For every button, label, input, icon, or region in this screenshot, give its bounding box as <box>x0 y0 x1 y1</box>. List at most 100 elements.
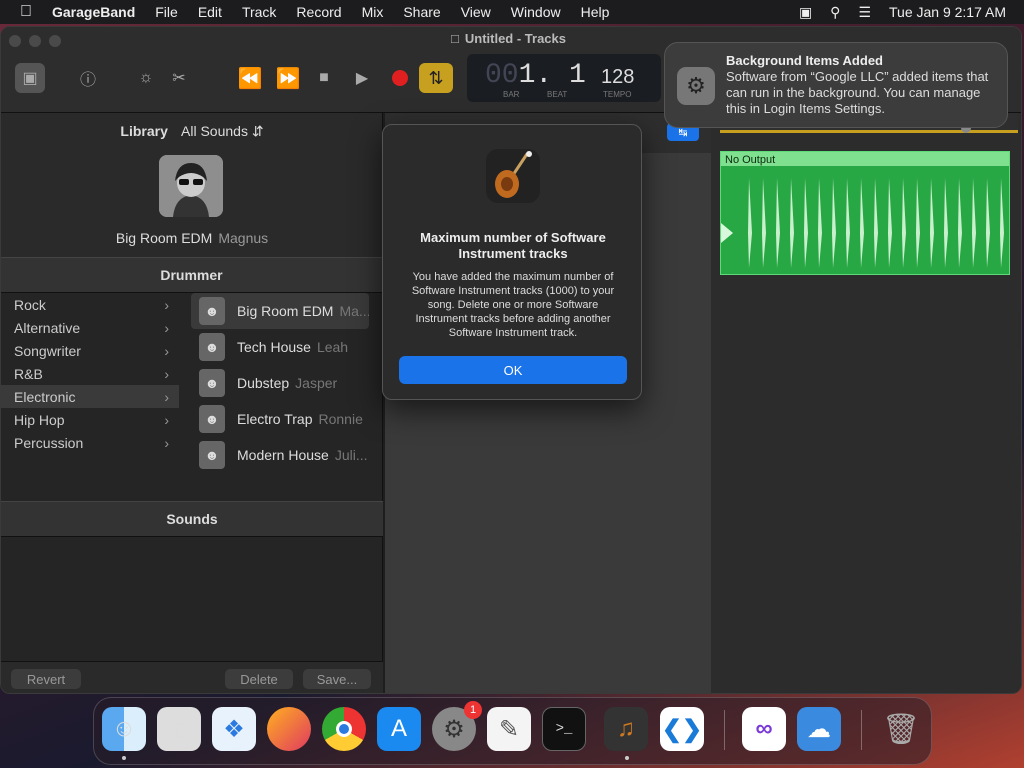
menu-mix[interactable]: Mix <box>362 4 384 20</box>
waveform-transient <box>846 178 850 268</box>
menu-track[interactable]: Track <box>242 4 276 20</box>
record-button[interactable] <box>385 63 415 93</box>
app-store-icon[interactable]: A <box>377 707 421 751</box>
drummer-item-modern-house[interactable]: ☻ Modern House Juli... <box>191 437 369 473</box>
drummer-item-tech-house[interactable]: ☻ Tech House Leah <box>191 329 369 365</box>
close-window-button[interactable] <box>9 35 21 47</box>
genre-item-rock[interactable]: Rock › <box>1 293 179 316</box>
control-center-icon[interactable]: ☰ <box>858 4 871 21</box>
drummer-list: ☻ Big Room EDM Ma... ☻ Tech House Leah ☻ Dubs… <box>191 293 369 473</box>
safari-icon[interactable]: ❖ <box>212 707 256 751</box>
notification-badge: 1 <box>464 701 482 719</box>
library-footer: Revert Delete Save... <box>1 661 383 693</box>
quick-help-button[interactable]: ⓘ <box>73 63 103 93</box>
drummer-style: Tech House <box>237 339 311 355</box>
fast-forward-button[interactable]: ⏩ <box>273 63 303 93</box>
lcd-tempo: 128 <box>601 66 635 88</box>
firefox-icon[interactable] <box>267 707 311 751</box>
zoom-window-button[interactable] <box>49 35 61 47</box>
terminal-icon[interactable]: >_ <box>542 707 586 751</box>
ok-button[interactable]: OK <box>399 356 627 384</box>
library-title: Library <box>120 123 168 139</box>
revert-button[interactable]: Revert <box>11 669 81 689</box>
genre-item-hip-hop[interactable]: Hip Hop › <box>1 408 179 431</box>
trash-icon[interactable]: 🗑 <box>879 707 923 751</box>
save-button[interactable]: Save... <box>303 669 371 689</box>
waveform-transient <box>776 178 780 268</box>
menu-window[interactable]: Window <box>511 4 561 20</box>
vscode-icon[interactable]: ❮❯ <box>660 707 704 751</box>
waveform-transient <box>790 178 794 268</box>
spotlight-search-icon[interactable]: ⚲ <box>830 4 840 21</box>
drummer-avatar <box>159 155 223 217</box>
drummer-avatar-icon: ☻ <box>199 333 225 361</box>
library-header: Library All Sounds ⇵ Big Room EDM Magnus <box>1 113 382 257</box>
menubar-clock[interactable]: Tue Jan 9 2:17 AM <box>889 4 1006 20</box>
screen-mirroring-icon[interactable]: ▣ <box>799 4 812 21</box>
waveform-transient <box>958 178 962 268</box>
play-button[interactable]: ▶ <box>347 63 377 93</box>
dock: ☺ ▦ ❖ A ⚙ 1 ✎ >_ ♫ ❮❯ ∞ ☁ 🗑 <box>93 697 932 765</box>
finder-icon[interactable]: ☺ <box>102 707 146 751</box>
waveform-transient <box>762 178 766 268</box>
system-settings-icon[interactable]: ⚙ 1 <box>432 701 482 751</box>
cycle-button[interactable]: ⇅ <box>419 63 453 93</box>
menu-file[interactable]: File <box>155 4 178 20</box>
drummer-item-dubstep[interactable]: ☻ Dubstep Jasper <box>191 365 369 401</box>
lcd-beat-caption: BEAT <box>547 90 568 99</box>
genre-label: R&B <box>14 365 43 382</box>
drummer-item-big-room-edm[interactable]: ☻ Big Room EDM Ma... <box>191 293 369 329</box>
background-items-notification[interactable]: ⚙ Background Items Added Software from “… <box>664 42 1008 128</box>
genre-label: Hip Hop <box>14 411 65 428</box>
library-filter-popup[interactable]: All Sounds <box>181 123 248 139</box>
window-title-text: Untitled - Tracks <box>464 31 566 46</box>
textedit-icon[interactable]: ✎ <box>487 707 531 751</box>
drummer-item-electro-trap[interactable]: ☻ Electro Trap Ronnie <box>191 401 369 437</box>
chevron-right-icon: › <box>164 319 169 336</box>
apple-menu-icon[interactable]:  <box>20 3 32 21</box>
menu-share[interactable]: Share <box>403 4 440 20</box>
drummer-name: Juli... <box>334 447 368 463</box>
drummer-avatar-icon: ☻ <box>199 369 225 397</box>
visual-studio-icon[interactable]: ∞ <box>742 707 786 751</box>
editors-button[interactable]: ✂ <box>164 63 194 93</box>
library-toggle-button[interactable]: ▣ <box>15 63 45 93</box>
drummer-region[interactable]: No Output <box>720 151 1010 275</box>
scissors-icon: ✂ <box>172 70 186 87</box>
genre-item-alternative[interactable]: Alternative › <box>1 316 179 339</box>
timeline-area[interactable]: No Output <box>711 113 1021 693</box>
genre-item-songwriter[interactable]: Songwriter › <box>1 339 179 362</box>
menu-help[interactable]: Help <box>581 4 610 20</box>
smart-controls-icon: ☼ <box>138 69 154 86</box>
chevron-right-icon: › <box>164 411 169 428</box>
waveform-transient <box>1000 178 1004 268</box>
library-icon: ▣ <box>22 70 38 87</box>
menu-view[interactable]: View <box>461 4 491 20</box>
waveform-transient <box>930 178 934 268</box>
selected-sound-name: Big Room EDM Magnus <box>1 230 383 246</box>
rewind-button[interactable]: ⏪ <box>235 63 265 93</box>
genre-item-percussion[interactable]: Percussion › <box>1 431 179 454</box>
garageband-icon[interactable]: ♫ <box>604 707 648 751</box>
fast-forward-icon: ⏩ <box>275 67 301 90</box>
genre-label: Rock <box>14 296 46 313</box>
weather-icon[interactable]: ☁ <box>797 707 841 751</box>
genre-list: Rock › Alternative › Songwriter › R&B › Elec… <box>1 293 179 454</box>
lcd-display[interactable]: 001. 1 128 BAR BEAT TEMPO <box>467 54 661 102</box>
menu-record[interactable]: Record <box>296 4 341 20</box>
region-name: No Output <box>725 154 776 166</box>
menu-edit[interactable]: Edit <box>198 4 222 20</box>
stop-button[interactable]: ■ <box>309 63 339 93</box>
launchpad-icon[interactable]: ▦ <box>157 707 201 751</box>
smart-controls-button[interactable]: ☼ <box>131 63 161 93</box>
app-menu[interactable]: GarageBand <box>52 4 135 20</box>
delete-button[interactable]: Delete <box>225 669 293 689</box>
window-title: □ Untitled - Tracks <box>451 31 566 46</box>
minimize-window-button[interactable] <box>29 35 41 47</box>
drummer-name: Ronnie <box>318 411 363 427</box>
genre-item-electronic[interactable]: Electronic › <box>1 385 179 408</box>
drummer-style: Big Room EDM <box>237 303 334 319</box>
genre-item-rnb[interactable]: R&B › <box>1 362 179 385</box>
chrome-icon[interactable] <box>322 707 366 751</box>
lcd-position: 001. 1 <box>485 60 586 91</box>
